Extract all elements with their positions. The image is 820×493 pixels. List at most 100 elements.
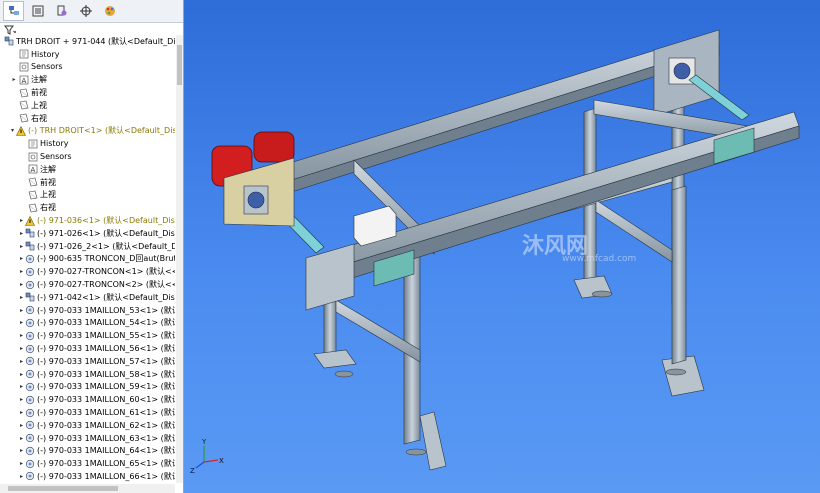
annotation-icon: A [28, 164, 38, 174]
expand-arrow-icon[interactable]: ▸ [20, 396, 23, 403]
plane-icon [19, 100, 29, 110]
expand-arrow-icon[interactable]: ▸ [20, 307, 23, 314]
tree-item[interactable]: ▸ (-) 970-033 1MAILLON_55<1> (默认<De [0, 329, 175, 342]
expand-arrow-icon[interactable]: ▸ [20, 230, 23, 237]
part-icon [25, 331, 35, 341]
filter-icon[interactable] [4, 25, 16, 35]
tree-item[interactable]: ▸ (-) 970-033 1MAILLON_63<1> (默认<De [0, 432, 175, 445]
expand-arrow-icon[interactable]: ▸ [20, 217, 23, 224]
annotation-icon: A [19, 75, 29, 85]
tree-item[interactable]: ▸ (-) 971-026_2<1> (默认<Default_Display [0, 240, 175, 253]
triad-y-label: Y [201, 438, 207, 446]
assembly-icon [25, 292, 35, 302]
vertical-scroll-thumb[interactable] [177, 45, 182, 85]
tree-item[interactable]: ▸ (-) 970-027-TRONCON<1> (默认<<默认 [0, 265, 175, 278]
tree-item[interactable]: History [0, 48, 175, 61]
expand-arrow-icon[interactable]: ▸ [20, 371, 23, 378]
tree-item[interactable]: TRH DROIT + 971-044 (默认<Default_Display … [0, 35, 175, 48]
tree-item[interactable]: ▸ (-) 970-033 1MAILLON_66<1> (默认<De [0, 470, 175, 483]
tree-item[interactable]: ▾ (-) TRH DROIT<1> (默认<Default_Displa [0, 125, 175, 138]
conveyor-model[interactable]: Y X Z [184, 0, 820, 493]
panel-tabs [0, 0, 183, 23]
tree-item[interactable]: ▸ (-) 970-033 1MAILLON_57<1> (默认<De [0, 355, 175, 368]
expand-arrow-icon[interactable]: ▸ [20, 435, 23, 442]
tree-item-label: (-) 971-036<1> (默认<Default_Displ [37, 216, 175, 226]
svg-text:A: A [22, 77, 27, 85]
tree-item-label: 前视 [40, 177, 56, 187]
watermark-url: www.mfcad.com [562, 254, 637, 264]
collapse-arrow-icon[interactable]: ▾ [11, 127, 14, 134]
tree-item[interactable]: ▸ (-) 971-042<1> (默认<Default_Display St [0, 291, 175, 304]
tree-item[interactable]: ▸ (-) 970-033 1MAILLON_64<1> (默认<De [0, 445, 175, 458]
expand-arrow-icon[interactable]: ▸ [20, 345, 23, 352]
tree-item[interactable]: ▸ (-) 970-033 1MAILLON_65<1> (默认<De [0, 457, 175, 470]
expand-arrow-icon[interactable]: ▸ [20, 460, 23, 467]
expand-arrow-icon[interactable]: ▸ [20, 422, 23, 429]
expand-arrow-icon[interactable]: ▸ [20, 294, 23, 301]
svg-text:A: A [31, 166, 36, 174]
property-manager-tab[interactable] [27, 1, 48, 21]
part-icon [25, 305, 35, 315]
tree-item[interactable]: ▸ (-) 971-036<1> (默认<Default_Displ [0, 214, 175, 227]
tree-item[interactable]: 前视 [0, 176, 175, 189]
warning-icon [25, 215, 36, 226]
tree-item[interactable]: 前视 [0, 86, 175, 99]
tree-item[interactable]: ▸ (-) 970-033 1MAILLON_62<1> (默认<De [0, 419, 175, 432]
expand-arrow-icon[interactable]: ▸ [20, 447, 23, 454]
palette-icon [104, 6, 115, 16]
tree-item[interactable]: ▸ (-) 970-033 1MAILLON_53<1> (默认<De [0, 304, 175, 317]
feature-manager-tab[interactable] [3, 1, 24, 21]
tree-item-label: 注解 [31, 75, 47, 85]
expand-arrow-icon[interactable]: ▸ [20, 473, 23, 480]
expand-arrow-icon[interactable]: ▸ [20, 332, 23, 339]
tree-item[interactable]: History [0, 137, 175, 150]
assembly-icon [25, 241, 35, 251]
expand-arrow-icon[interactable]: ▸ [20, 243, 23, 250]
tree-item-label: TRH DROIT + 971-044 (默认<Default_Display … [16, 36, 175, 46]
expand-arrow-icon[interactable]: ▸ [20, 319, 23, 326]
horizontal-scrollbar[interactable] [0, 484, 175, 493]
expand-arrow-icon[interactable]: ▸ [20, 409, 23, 416]
tree-item[interactable]: ▸ (-) 970-027-TRONCON<2> (默认<<默认 [0, 278, 175, 291]
tree-item-label: (-) 971-026_2<1> (默认<Default_Display [37, 241, 175, 251]
tree-item[interactable]: Sensors [0, 150, 175, 163]
tree-item[interactable]: ▸ (-) 970-033 1MAILLON_60<1> (默认<De [0, 393, 175, 406]
tree-item[interactable]: ▸ (-) 970-033 1MAILLON_58<1> (默认<De [0, 368, 175, 381]
tree-item[interactable]: 上视 [0, 189, 175, 202]
display-manager-tab[interactable] [99, 1, 120, 21]
tree-item[interactable]: 上视 [0, 99, 175, 112]
tree-item-label: (-) 970-033 1MAILLON_65<1> (默认<De [37, 459, 175, 469]
tree-item[interactable]: 右视 [0, 112, 175, 125]
expand-arrow-icon[interactable]: ▸ [20, 281, 23, 288]
expand-arrow-icon[interactable]: ▸ [11, 76, 17, 83]
tree-item[interactable]: ▸ A 注解 [0, 73, 175, 86]
tree-item[interactable]: ▸ (-) 970-033 1MAILLON_56<1> (默认<De [0, 342, 175, 355]
tree-item[interactable]: ▸ (-) 970-033 1MAILLON_54<1> (默认<De [0, 317, 175, 330]
part-icon [25, 267, 35, 277]
tree-item-label: 上视 [40, 190, 56, 200]
tree-item-label: (-) 970-027-TRONCON<1> (默认<<默认 [37, 267, 175, 277]
tree-item[interactable]: ▸ (-) 970-033 1MAILLON_59<1> (默认<De [0, 381, 175, 394]
tree-item[interactable]: A 注解 [0, 163, 175, 176]
property-icon [32, 5, 43, 17]
vertical-scrollbar[interactable] [176, 35, 183, 483]
part-icon [25, 459, 35, 469]
dimxpert-tab[interactable] [75, 1, 96, 21]
warning-icon [16, 125, 27, 136]
configuration-manager-tab[interactable] [51, 1, 72, 21]
tree-item[interactable]: Sensors [0, 61, 175, 74]
sensor-icon [19, 62, 29, 72]
tree-item-label: (-) 970-033 1MAILLON_62<1> (默认<De [37, 420, 175, 430]
tree-item[interactable]: 右视 [0, 201, 175, 214]
horizontal-scroll-thumb[interactable] [8, 486, 118, 491]
tree-item[interactable]: ▸ (-) 900-635 TRONCON_D回aut(Brut d'us [0, 253, 175, 266]
expand-arrow-icon[interactable]: ▸ [20, 383, 23, 390]
tree-item[interactable]: ▸ (-) 971-026<1> (默认<Default_Display St [0, 227, 175, 240]
expand-arrow-icon[interactable]: ▸ [20, 358, 23, 365]
tree-item-label: 注解 [40, 164, 56, 174]
tree-item[interactable]: ▸ (-) 970-033 1MAILLON_61<1> (默认<De [0, 406, 175, 419]
expand-arrow-icon[interactable]: ▸ [20, 268, 23, 275]
graphics-viewport[interactable]: Y X Z 沐风网 www.mfcad.com [184, 0, 820, 493]
tree-item-label: (-) 970-033 1MAILLON_58<1> (默认<De [37, 369, 175, 379]
expand-arrow-icon[interactable]: ▸ [20, 255, 23, 262]
